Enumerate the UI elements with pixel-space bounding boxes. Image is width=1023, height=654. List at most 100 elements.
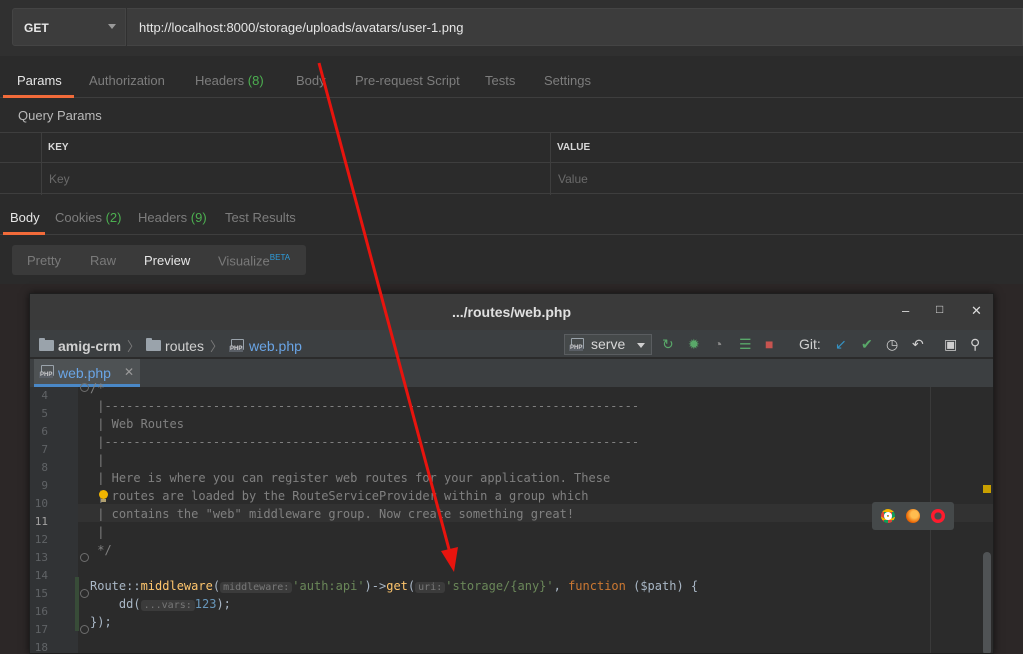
history-icon[interactable]: ◷ bbox=[886, 336, 898, 353]
ide-title-bar: .../routes/web.php – □ ✕ bbox=[30, 294, 993, 330]
method-select[interactable]: GET bbox=[12, 8, 126, 46]
maximize-icon[interactable]: □ bbox=[936, 302, 943, 316]
active-tab-indicator bbox=[3, 232, 45, 235]
git-commit-icon[interactable]: ✔ bbox=[861, 336, 873, 353]
code-token: ); bbox=[216, 597, 231, 611]
warning-marker[interactable] bbox=[983, 485, 991, 493]
view-visualize[interactable]: VisualizeBETA bbox=[218, 253, 290, 268]
code-token: , bbox=[553, 579, 569, 593]
vertical-scrollbar[interactable] bbox=[983, 552, 991, 653]
tab-count: (9) bbox=[190, 210, 207, 225]
divider bbox=[550, 133, 551, 195]
fold-icon[interactable] bbox=[80, 589, 89, 598]
line-number: 15 bbox=[34, 587, 48, 600]
git-update-icon[interactable]: ↙ bbox=[835, 336, 847, 353]
tab-tests[interactable]: Tests bbox=[485, 73, 515, 88]
view-pretty[interactable]: Pretty bbox=[27, 253, 61, 268]
tab-body[interactable]: Body bbox=[296, 73, 326, 88]
tab-label: Settings bbox=[544, 73, 591, 88]
view-visualize-label: Visualize bbox=[218, 253, 270, 269]
tab-test-results[interactable]: Test Results bbox=[225, 210, 296, 225]
tab-headers[interactable]: Headers (8) bbox=[195, 73, 264, 88]
key-column-header: KEY bbox=[48, 142, 69, 153]
editor-tab-label: web.php bbox=[58, 365, 111, 381]
fold-icon[interactable] bbox=[80, 553, 89, 562]
search-icon[interactable]: ⚲ bbox=[970, 336, 980, 353]
opera-icon[interactable] bbox=[931, 509, 945, 523]
line-number: 16 bbox=[34, 605, 48, 618]
breadcrumb-file[interactable]: web.php bbox=[249, 338, 302, 354]
ide-window: .../routes/web.php – □ ✕ amig-crm 〉 rout… bbox=[29, 293, 994, 654]
php-file-icon bbox=[228, 338, 245, 353]
code-line: | routes are loaded by the RouteServiceP… bbox=[90, 489, 589, 503]
breadcrumb-project[interactable]: amig-crm bbox=[58, 338, 121, 354]
run-config-select[interactable]: serve bbox=[564, 334, 652, 355]
chrome-icon[interactable] bbox=[881, 509, 895, 523]
query-params-title: Query Params bbox=[18, 108, 102, 123]
code-line: | contains the "web" middleware group. N… bbox=[90, 507, 575, 521]
line-number-current: 11 bbox=[34, 515, 48, 528]
value-input[interactable]: Value bbox=[558, 172, 588, 186]
debug-icon[interactable]: ✹ bbox=[688, 336, 700, 353]
tab-response-headers[interactable]: Headers (9) bbox=[138, 210, 207, 225]
stop-icon[interactable]: ■ bbox=[765, 336, 773, 352]
tab-label: Body bbox=[10, 210, 40, 225]
vcs-change-marker bbox=[75, 577, 79, 631]
fold-icon[interactable] bbox=[80, 625, 89, 634]
view-raw[interactable]: Raw bbox=[90, 253, 116, 268]
url-input[interactable]: http://localhost:8000/storage/uploads/av… bbox=[127, 8, 1023, 46]
line-number: 4 bbox=[41, 389, 48, 402]
line-number: 13 bbox=[34, 551, 48, 564]
profile-icon[interactable]: ☰ bbox=[739, 336, 752, 353]
line-number: 5 bbox=[41, 407, 48, 420]
divider bbox=[41, 133, 42, 195]
ide-title: .../routes/web.php bbox=[451, 304, 571, 320]
minimize-icon[interactable]: – bbox=[902, 303, 909, 318]
rollback-icon[interactable]: ↶ bbox=[912, 336, 924, 353]
method-label: GET bbox=[24, 21, 49, 35]
line-number: 9 bbox=[41, 479, 48, 492]
php-file-icon bbox=[39, 365, 55, 379]
breadcrumb-folder[interactable]: routes bbox=[165, 338, 204, 354]
tab-count: (8) bbox=[247, 73, 264, 88]
line-number: 12 bbox=[34, 533, 48, 546]
chevron-right-icon: 〉 bbox=[209, 339, 223, 354]
key-input[interactable]: Key bbox=[49, 172, 70, 186]
tab-response-body[interactable]: Body bbox=[10, 210, 40, 225]
code-token: :: bbox=[126, 579, 141, 593]
code-editor[interactable]: 4 5 6 7 8 9 10 11 12 13 14 15 16 17 18 /… bbox=[30, 381, 993, 654]
run-config-label: serve bbox=[591, 336, 626, 352]
code-token: 'auth:api' bbox=[292, 579, 365, 593]
close-icon[interactable]: ✕ bbox=[124, 365, 134, 379]
tab-authorization[interactable]: Authorization bbox=[89, 73, 165, 88]
beta-badge: BETA bbox=[269, 253, 291, 262]
response-tabs: Body Cookies (2) Headers (9) Test Result… bbox=[0, 200, 1023, 235]
line-number: 18 bbox=[34, 641, 48, 654]
tab-params[interactable]: Params bbox=[17, 73, 62, 88]
tab-pre-request-script[interactable]: Pre-request Script bbox=[355, 73, 460, 88]
terminal-icon[interactable]: ▣ bbox=[944, 336, 957, 353]
tab-settings[interactable]: Settings bbox=[544, 73, 591, 88]
code-line: |---------------------------------------… bbox=[90, 435, 640, 449]
parameter-hint: ...vars: bbox=[140, 600, 195, 611]
tab-count: (2) bbox=[105, 210, 122, 225]
code-token: get bbox=[386, 579, 408, 593]
view-mode-selector: Pretty Raw Preview VisualizeBETA bbox=[12, 245, 306, 275]
git-label: Git: bbox=[799, 336, 821, 352]
code-token: ( bbox=[212, 579, 221, 593]
tab-cookies[interactable]: Cookies (2) bbox=[55, 210, 121, 225]
code-line-dd: dd(...vars: 123); bbox=[90, 597, 231, 611]
editor-tabs: web.php ✕ bbox=[30, 359, 993, 387]
fold-icon[interactable] bbox=[80, 383, 89, 392]
code-line-close: }); bbox=[90, 615, 112, 629]
rerun-icon[interactable]: ↻ bbox=[662, 336, 674, 353]
firefox-icon[interactable] bbox=[906, 509, 920, 523]
code-line: | bbox=[90, 525, 105, 539]
value-column-header: VALUE bbox=[557, 142, 591, 153]
lightbulb-icon[interactable] bbox=[98, 490, 108, 502]
code-token: 'storage/{any}' bbox=[445, 579, 554, 593]
close-icon[interactable]: ✕ bbox=[971, 303, 982, 319]
view-preview[interactable]: Preview bbox=[144, 253, 190, 268]
coverage-icon[interactable]: ◔ bbox=[714, 336, 722, 352]
tab-label: Tests bbox=[485, 73, 516, 88]
